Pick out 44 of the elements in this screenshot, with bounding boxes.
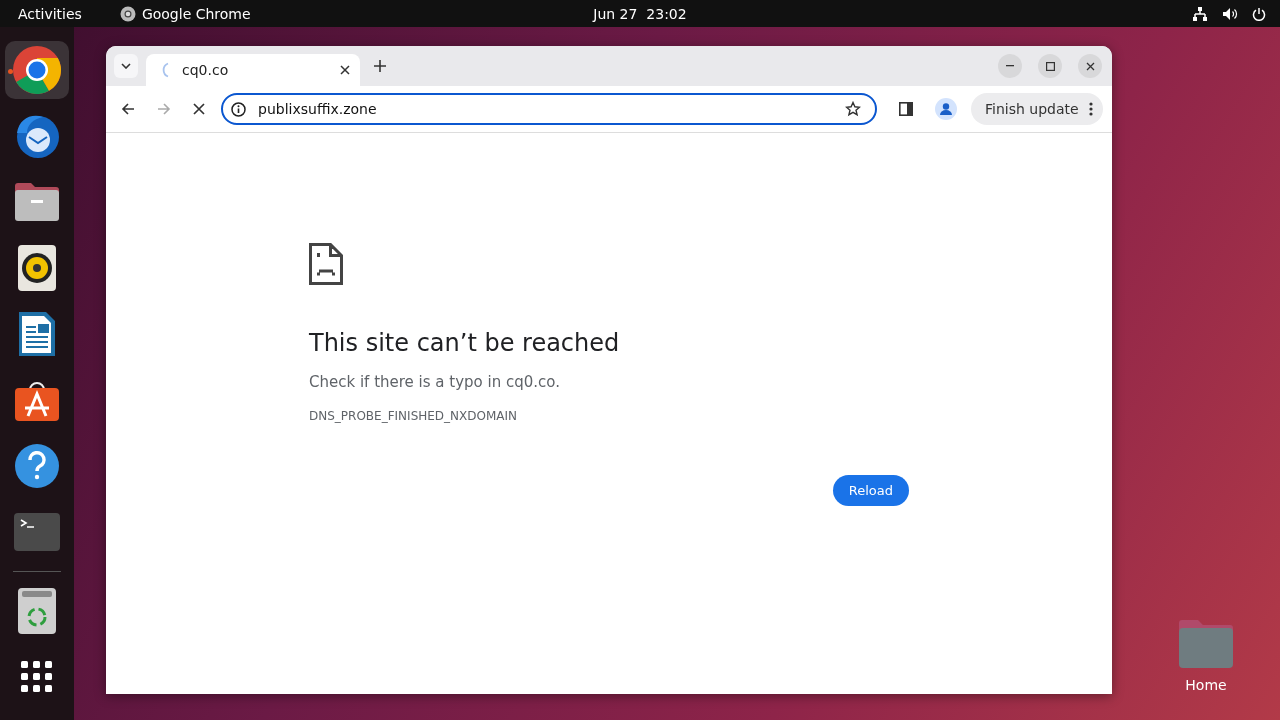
new-tab-icon[interactable] [374,60,386,72]
finish-update-button[interactable]: Finish update [971,93,1103,125]
browser-tab[interactable]: cq0.co [146,54,360,86]
app-grid-icon [21,661,53,693]
terminal-icon [14,513,60,551]
app-name[interactable]: Google Chrome [141,5,251,22]
more-icon [1088,102,1093,116]
trash-icon [18,588,56,634]
desktop-icon-label[interactable]: Home [1185,677,1227,693]
tab-title: cq0.co [182,62,229,78]
error-title: This site can’t be reached [309,329,621,357]
help-icon [14,443,60,489]
close-button[interactable] [1078,54,1102,78]
close-icon [1085,61,1095,71]
running-indicator [8,69,13,74]
speaker-icon [18,245,56,291]
power-icon[interactable] [1252,6,1266,21]
maximize-icon [1045,61,1055,71]
error-message: Check if there is a typo in cq0.co. [309,373,561,391]
dock-item[interactable] [5,41,69,99]
error-code: DNS_PROBE_FINISHED_NXDOMAIN [309,409,519,423]
clock[interactable]: Jun 27 23:02 [593,5,687,22]
chrome-icon [119,5,136,22]
reload-button[interactable]: Reload [832,475,909,506]
folder-icon [14,182,60,222]
volume-icon[interactable] [1222,6,1238,21]
activities-button[interactable]: Activities [18,5,82,22]
chevron-down-icon [121,63,131,69]
stop-icon[interactable] [193,103,205,115]
back-icon[interactable] [121,102,135,116]
profile-icon[interactable] [935,98,957,120]
minimize-icon [1006,65,1014,67]
side-panel-icon[interactable] [899,102,913,116]
network-icon[interactable] [1192,6,1208,21]
sad-page-icon [309,243,343,285]
info-icon [231,101,246,117]
close-icon[interactable] [340,65,350,75]
url-text: publixsuffix.zone [258,101,378,117]
star-icon[interactable] [845,101,861,117]
chrome-icon [12,45,62,95]
tab-search-button[interactable] [114,54,138,78]
document-icon [18,311,56,357]
maximize-button[interactable] [1038,54,1062,78]
address-bar[interactable]: publixsuffix.zone [221,93,877,125]
